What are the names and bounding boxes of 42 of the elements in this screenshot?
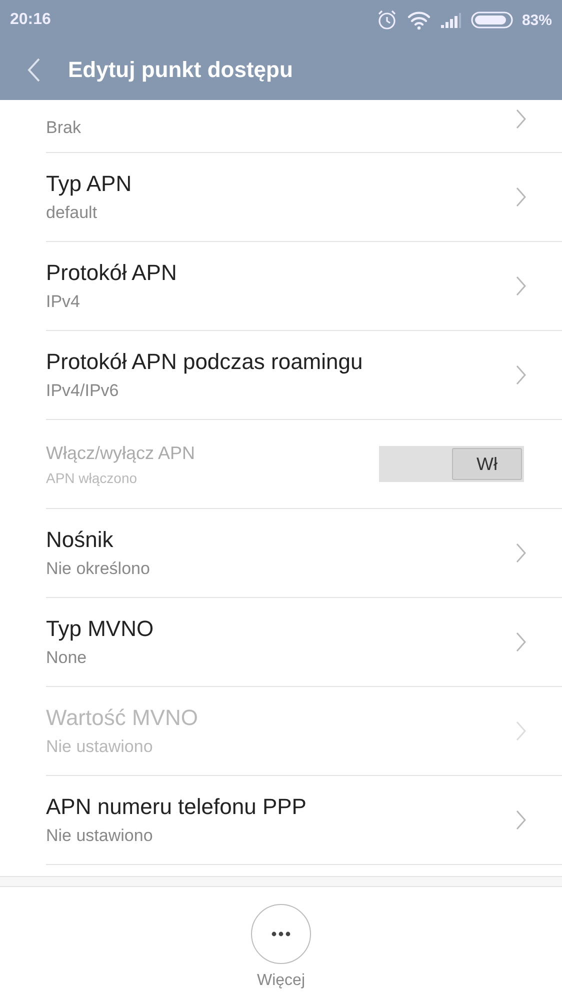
setting-title: Protokół APN — [46, 260, 177, 286]
setting-title: Włącz/wyłącz APN — [46, 442, 196, 464]
setting-title: APN numeru telefonu PPP — [46, 794, 306, 820]
setting-value: Nie określono — [46, 559, 150, 579]
setting-value: IPv4 — [46, 292, 82, 312]
alarm-clock-icon — [376, 9, 398, 31]
setting-title: Typ MVNO — [46, 616, 154, 642]
settings-row[interactable]: Typ APN default — [46, 153, 562, 242]
screen-title: Edytuj punkt dostępu — [68, 57, 293, 83]
settings-row[interactable]: Protokół APN IPv4 — [46, 242, 562, 331]
setting-value: None — [46, 648, 88, 668]
setting-title: Typ APN — [46, 171, 132, 197]
settings-row[interactable]: Brak — [46, 100, 562, 153]
settings-row[interactable]: Protokół APN podczas roamingu IPv4/IPv6 — [46, 331, 562, 420]
chevron-right-icon — [516, 187, 526, 207]
more-label: Więcej — [256, 972, 305, 990]
battery-percent: 83% — [522, 12, 552, 28]
chevron-right-icon — [516, 365, 526, 385]
chevron-right-icon — [516, 276, 526, 296]
setting-title: Wartość MVNO — [46, 705, 198, 731]
setting-value: IPv4/IPv6 — [46, 381, 120, 401]
settings-row[interactable]: APN numeru telefonu PPP Nie ustawiono — [46, 776, 562, 865]
signal-icon — [440, 11, 462, 29]
chevron-right-icon — [516, 721, 526, 741]
setting-value: APN włączono — [46, 470, 138, 486]
settings-row[interactable]: Typ MVNO None — [46, 598, 562, 687]
setting-title: Protokół APN podczas roamingu — [46, 349, 363, 375]
chevron-right-icon — [516, 543, 526, 563]
chevron-right-icon — [516, 632, 526, 652]
wifi-icon — [406, 10, 431, 30]
setting-value: default — [46, 203, 98, 223]
settings-row[interactable]: Nośnik Nie określono — [46, 509, 562, 598]
setting-value: Brak — [46, 118, 81, 138]
status-time: 20:16 — [10, 11, 51, 29]
back-icon[interactable] — [27, 57, 41, 83]
setting-value: Nie ustawiono — [46, 826, 154, 846]
setting-title: Nośnik — [46, 527, 114, 553]
chevron-right-icon — [516, 109, 526, 129]
battery-icon — [470, 11, 513, 29]
chevron-right-icon — [516, 810, 526, 830]
setting-value: Nie ustawiono — [46, 737, 154, 757]
more-dots-icon — [271, 931, 291, 937]
